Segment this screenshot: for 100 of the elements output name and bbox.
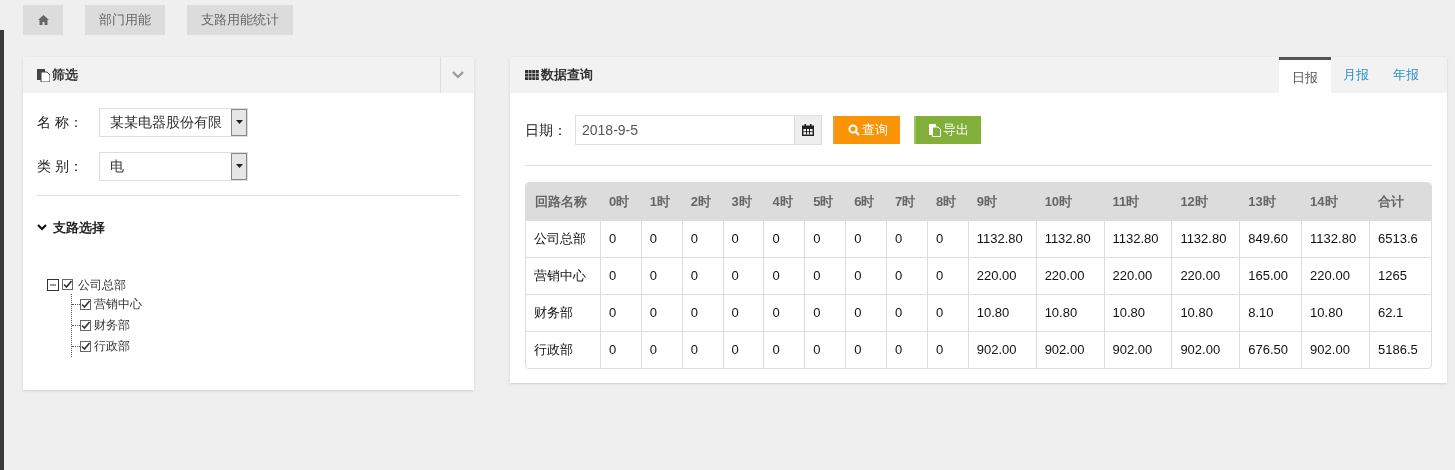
column-header: 12时: [1179, 192, 1209, 211]
chevron-down-icon[interactable]: [37, 224, 47, 232]
report-tab[interactable]: 日报: [1279, 57, 1331, 93]
table-cell: 0: [599, 257, 641, 294]
table-cell: 0: [640, 294, 682, 331]
table-cell: 220.00: [967, 257, 1036, 294]
table-cell: 0: [886, 220, 927, 257]
caret-icon: [235, 164, 243, 168]
field-label: 名 称：: [37, 112, 84, 132]
table-cell: 10.80: [967, 294, 1036, 331]
column-header: 4时: [771, 192, 794, 211]
table-cell: 10.80: [1103, 294, 1172, 331]
section-title: 支路选择: [53, 219, 105, 237]
table-cell: 220.00: [1171, 257, 1240, 294]
table-cell: 0: [926, 294, 968, 331]
table-cell: 0: [845, 331, 886, 368]
table-cell: 10.80: [1035, 294, 1104, 331]
column-header: 13时: [1247, 192, 1277, 211]
table-cell: 902.00: [1103, 331, 1172, 368]
column-header: 2时: [689, 192, 712, 211]
field-label: 日期：: [525, 120, 568, 140]
panel-title: 数据查询: [541, 66, 593, 85]
breadcrumb-link[interactable]: 部门用能: [85, 5, 165, 35]
breadcrumb-link[interactable]: 支路用能统计: [187, 5, 293, 35]
table-cell: 1132.80: [1171, 220, 1240, 257]
column-header: 合计: [1377, 192, 1405, 211]
table-cell: 0: [640, 257, 682, 294]
tree-item[interactable]: 行政部: [94, 337, 130, 355]
table-cell: 行政部: [526, 331, 600, 368]
table-cell: 0: [599, 220, 641, 257]
table-cell: 8.10: [1239, 294, 1302, 331]
table-cell: 0: [640, 220, 682, 257]
column-header: 6时: [853, 192, 876, 211]
table-cell: 0: [763, 257, 805, 294]
select-field[interactable]: 电: [99, 151, 248, 181]
checkbox[interactable]: [80, 298, 91, 310]
checkbox[interactable]: [80, 340, 91, 352]
column-header: 回路名称: [534, 192, 588, 211]
table-cell: 0: [599, 294, 641, 331]
table-cell: 1132.80: [967, 220, 1036, 257]
table-cell: 1265: [1369, 257, 1431, 294]
table-cell: 0: [886, 331, 927, 368]
table-cell: 1132.80: [1301, 220, 1369, 257]
table-cell: 0: [640, 331, 682, 368]
home-breadcrumb[interactable]: [23, 5, 63, 35]
table-cell: 0: [845, 294, 886, 331]
tree-item[interactable]: 营销中心: [94, 295, 142, 313]
table-cell: 0: [763, 331, 805, 368]
table-cell: 10.80: [1301, 294, 1369, 331]
table-cell: 0: [804, 220, 846, 257]
column-header: 9时: [975, 192, 998, 211]
grid-icon: [525, 70, 539, 80]
column-header: 8时: [934, 192, 958, 211]
search-icon: [847, 124, 860, 136]
table-cell: 1132.80: [1035, 220, 1104, 257]
column-header: 11时: [1111, 192, 1141, 211]
tree-item[interactable]: 公司总部: [78, 275, 126, 294]
table-cell: 财务部: [526, 294, 600, 331]
checkbox[interactable]: [62, 279, 73, 290]
table-cell: 10.80: [1171, 294, 1240, 331]
table-cell: 0: [681, 331, 723, 368]
copy-icon: [928, 123, 941, 137]
column-header: 3时: [730, 192, 753, 211]
table-cell: 0: [926, 257, 968, 294]
collapse-icon[interactable]: [47, 278, 59, 291]
table-cell: 62.1: [1369, 294, 1431, 331]
table-cell: 0: [886, 257, 927, 294]
table-cell: 营销中心: [526, 257, 600, 294]
table-cell: 0: [681, 220, 723, 257]
table-cell: 902.00: [1171, 331, 1240, 368]
table-cell: 0: [722, 294, 764, 331]
table-cell: 0: [804, 294, 846, 331]
table-cell: 公司总部: [526, 220, 600, 257]
panel-title: 筛选: [52, 66, 78, 85]
table-cell: 902.00: [1035, 331, 1104, 368]
column-header: 14时: [1309, 192, 1339, 211]
table-cell: 0: [845, 220, 886, 257]
table-cell: 220.00: [1035, 257, 1104, 294]
table-cell: 902.00: [1301, 331, 1369, 368]
copy-icon: [37, 68, 50, 82]
column-header: 1时: [648, 192, 671, 211]
date-field[interactable]: 2018-9-5: [575, 115, 822, 145]
table-cell: 676.50: [1239, 331, 1302, 368]
tree-item[interactable]: 财务部: [94, 316, 130, 334]
table-cell: 0: [845, 257, 886, 294]
table-cell: 0: [599, 331, 641, 368]
select-field[interactable]: 某某电器股份有限: [99, 107, 248, 137]
checkbox[interactable]: [80, 319, 91, 331]
table-cell: 0: [926, 220, 968, 257]
table-cell: 5186.5: [1369, 331, 1431, 368]
table-cell: 0: [681, 257, 723, 294]
column-header: 10时: [1043, 192, 1074, 211]
home-icon: [37, 15, 49, 25]
field-label: 类 别：: [37, 156, 84, 176]
table-cell: 0: [722, 220, 764, 257]
table-cell: 0: [763, 220, 805, 257]
table-cell: 0: [722, 257, 764, 294]
table-cell: 220.00: [1103, 257, 1172, 294]
table-cell: 902.00: [967, 331, 1036, 368]
calendar-icon: [802, 124, 814, 136]
